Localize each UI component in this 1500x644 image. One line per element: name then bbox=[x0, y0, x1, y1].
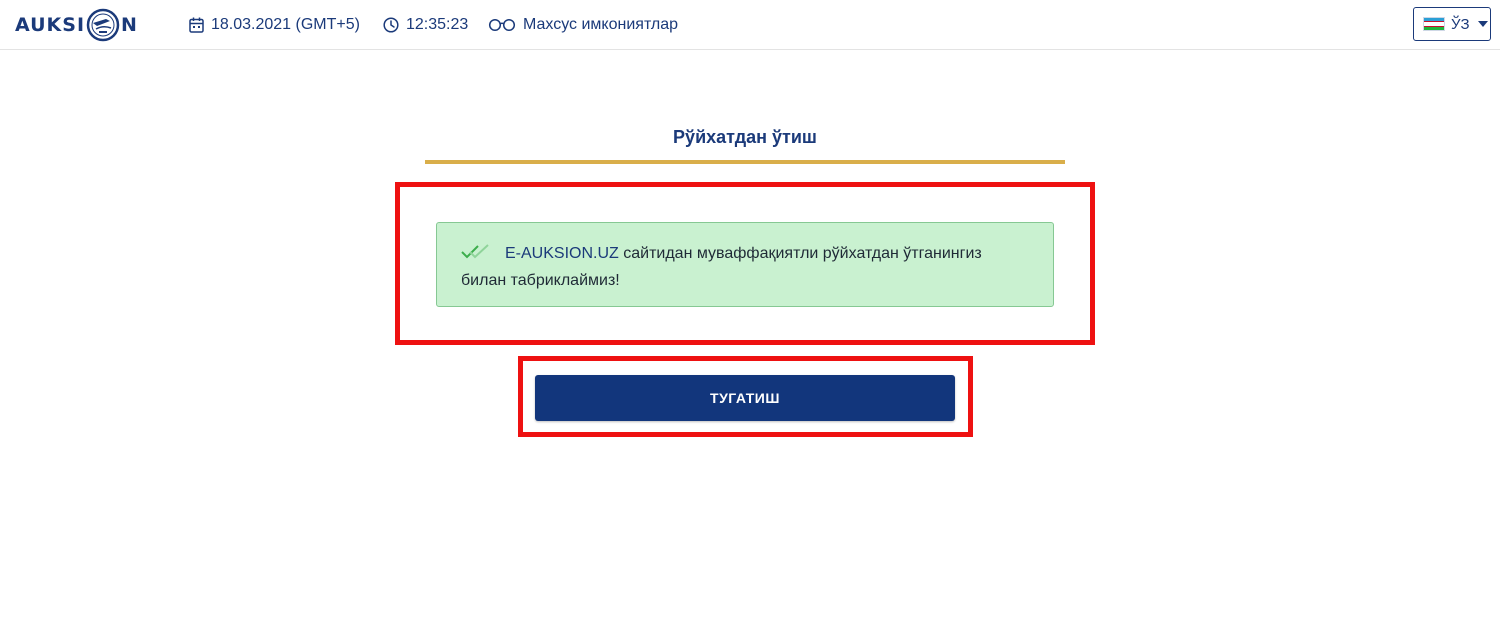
alert-site-name: E-AUKSION.UZ bbox=[505, 245, 619, 262]
top-header: AUKSI N 18.03.2021 (GMT+5) 12:35:23 Махс… bbox=[0, 0, 1500, 50]
date-text: 18.03.2021 (GMT+5) bbox=[211, 16, 360, 33]
auksion-logo[interactable]: AUKSI N bbox=[15, 6, 138, 44]
time-text: 12:35:23 bbox=[406, 16, 469, 33]
finish-button[interactable]: ТУГАТИШ bbox=[535, 375, 955, 421]
double-check-icon bbox=[461, 244, 489, 259]
glasses-icon bbox=[488, 18, 516, 32]
logo-text-right: N bbox=[121, 14, 138, 36]
alert-message-line1: сайтидан муваффақиятли рўйхатдан ўтганин… bbox=[618, 245, 982, 262]
language-selector[interactable]: ЎЗ bbox=[1413, 7, 1491, 41]
clock-icon bbox=[383, 17, 399, 33]
language-label: ЎЗ bbox=[1451, 15, 1470, 33]
calendar-icon bbox=[189, 17, 204, 33]
accessibility-link[interactable]: Махсус имкониятлар bbox=[488, 14, 678, 36]
logo-text-left: AUKSI bbox=[15, 14, 86, 36]
chevron-down-icon bbox=[1477, 21, 1488, 27]
uzbekistan-flag-icon bbox=[1423, 17, 1445, 31]
header-date: 18.03.2021 (GMT+5) bbox=[189, 14, 360, 36]
title-divider bbox=[425, 160, 1065, 164]
logo-emblem-icon bbox=[86, 8, 120, 42]
alert-message-line2: билан табриклаймиз! bbox=[461, 272, 620, 289]
success-alert: E-AUKSION.UZ сайтидан муваффақиятли рўйх… bbox=[436, 222, 1054, 307]
accessibility-text: Махсус имкониятлар bbox=[523, 16, 679, 33]
header-time: 12:35:23 bbox=[383, 14, 468, 36]
page-title: Рўйхатдан ўтиш bbox=[673, 127, 817, 147]
